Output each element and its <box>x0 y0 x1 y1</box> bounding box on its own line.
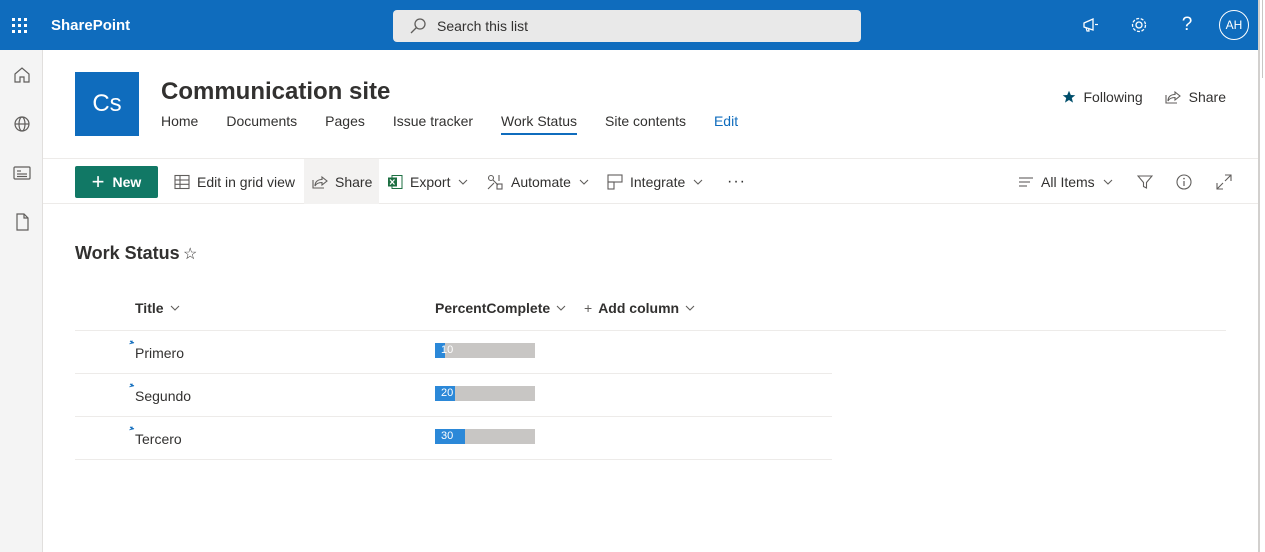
automate-label: Automate <box>511 173 571 190</box>
share-label: Share <box>335 173 373 190</box>
integrate-button[interactable]: Integrate <box>607 159 703 204</box>
window-edge <box>1258 0 1265 552</box>
sharepoint-window: SharePoint Search this list ? AH Cs Comm… <box>0 0 1265 552</box>
export-label: Export <box>410 173 451 190</box>
more-options-button[interactable]: ··· <box>727 159 746 204</box>
nav-item-home[interactable]: Home <box>161 113 198 135</box>
nav-item-issue-tracker[interactable]: Issue tracker <box>393 113 473 135</box>
command-bar: + New Edit in grid view Share Export Aut… <box>43 158 1258 204</box>
nav-item-documents[interactable]: Documents <box>226 113 297 135</box>
filter-icon[interactable] <box>1137 159 1153 204</box>
document-icon[interactable] <box>0 197 43 246</box>
info-icon[interactable] <box>1176 159 1192 204</box>
app-launcher-icon[interactable] <box>0 0 38 50</box>
news-icon[interactable] <box>0 148 43 197</box>
chevron-down-icon <box>170 305 180 311</box>
automate-button[interactable]: Automate <box>487 159 589 204</box>
new-button[interactable]: + New <box>75 166 158 198</box>
globe-icon[interactable] <box>0 99 43 148</box>
chevron-down-icon <box>556 305 566 311</box>
row-title[interactable]: Segundo <box>135 388 191 404</box>
automate-icon <box>487 174 504 190</box>
view-label: All Items <box>1041 173 1095 190</box>
percent-value: 10 <box>441 344 454 356</box>
site-navigation: Home Documents Pages Issue tracker Work … <box>161 113 766 135</box>
edit-grid-label: Edit in grid view <box>197 173 296 190</box>
percent-value: 30 <box>441 430 454 442</box>
following-label: Following <box>1083 89 1143 105</box>
column-percent-label: PercentComplete <box>435 300 551 316</box>
percent-value: 20 <box>441 387 454 399</box>
suite-bar: SharePoint Search this list ? AH <box>0 0 1258 50</box>
chevron-down-icon <box>579 179 589 185</box>
share-button[interactable]: Share <box>304 159 379 204</box>
new-button-label: New <box>112 174 142 190</box>
edit-grid-button[interactable]: Edit in grid view <box>174 159 295 204</box>
grid-icon <box>174 174 190 190</box>
integrate-label: Integrate <box>630 173 686 190</box>
favorite-star-icon[interactable]: ☆ <box>183 244 197 264</box>
list-title: Work Status <box>75 243 180 263</box>
nav-item-site-contents[interactable]: Site contents <box>605 113 686 135</box>
nav-item-pages[interactable]: Pages <box>325 113 365 135</box>
percent-bar: 20 <box>435 386 535 401</box>
percent-bar: 10 <box>435 343 535 358</box>
plus-icon: + <box>91 169 105 194</box>
home-icon[interactable] <box>0 50 43 99</box>
view-selector[interactable]: All Items <box>1018 159 1113 204</box>
star-filled-icon <box>1062 90 1076 104</box>
row-title[interactable]: Primero <box>135 345 184 361</box>
nav-item-work-status[interactable]: Work Status <box>501 113 578 135</box>
chevron-down-icon <box>458 179 468 185</box>
add-column-label: Add column <box>598 300 680 316</box>
excel-icon <box>387 174 403 190</box>
following-button[interactable]: Following <box>1062 89 1143 105</box>
column-title-label: Title <box>135 300 164 316</box>
add-column-button[interactable]: + Add column <box>584 300 695 316</box>
share-icon <box>1165 90 1181 104</box>
integrate-icon <box>607 173 623 190</box>
help-icon[interactable]: ? <box>1163 0 1211 50</box>
search-placeholder: Search this list <box>437 18 529 34</box>
gear-icon[interactable] <box>1115 0 1163 50</box>
row-title[interactable]: Tercero <box>135 431 182 447</box>
share-icon <box>312 175 328 189</box>
lines-icon <box>1018 176 1034 188</box>
search-icon <box>410 18 426 34</box>
site-share-label: Share <box>1188 89 1226 105</box>
brand-link[interactable]: SharePoint <box>51 17 130 34</box>
list-row[interactable]: Tercero 30 <box>75 417 832 460</box>
site-logo[interactable]: Cs <box>75 72 139 136</box>
percent-bar: 30 <box>435 429 535 444</box>
chevron-down-icon <box>685 305 695 311</box>
column-header-percent[interactable]: PercentComplete <box>435 300 566 316</box>
site-share-button[interactable]: Share <box>1165 89 1226 105</box>
avatar[interactable]: AH <box>1219 10 1249 40</box>
chevron-down-icon <box>1103 179 1113 185</box>
nav-edit-link[interactable]: Edit <box>714 113 738 135</box>
expand-icon[interactable] <box>1216 159 1232 204</box>
chevron-down-icon <box>693 179 703 185</box>
list-row[interactable]: Segundo 20 <box>75 374 832 417</box>
list-row[interactable]: Primero 10 <box>75 331 832 374</box>
left-rail <box>0 50 43 552</box>
column-header-title[interactable]: Title <box>135 300 180 316</box>
search-box[interactable]: Search this list <box>393 10 861 42</box>
site-title[interactable]: Communication site <box>161 78 390 106</box>
megaphone-icon[interactable] <box>1067 0 1115 50</box>
plus-icon: + <box>584 300 593 316</box>
export-button[interactable]: Export <box>387 159 468 204</box>
